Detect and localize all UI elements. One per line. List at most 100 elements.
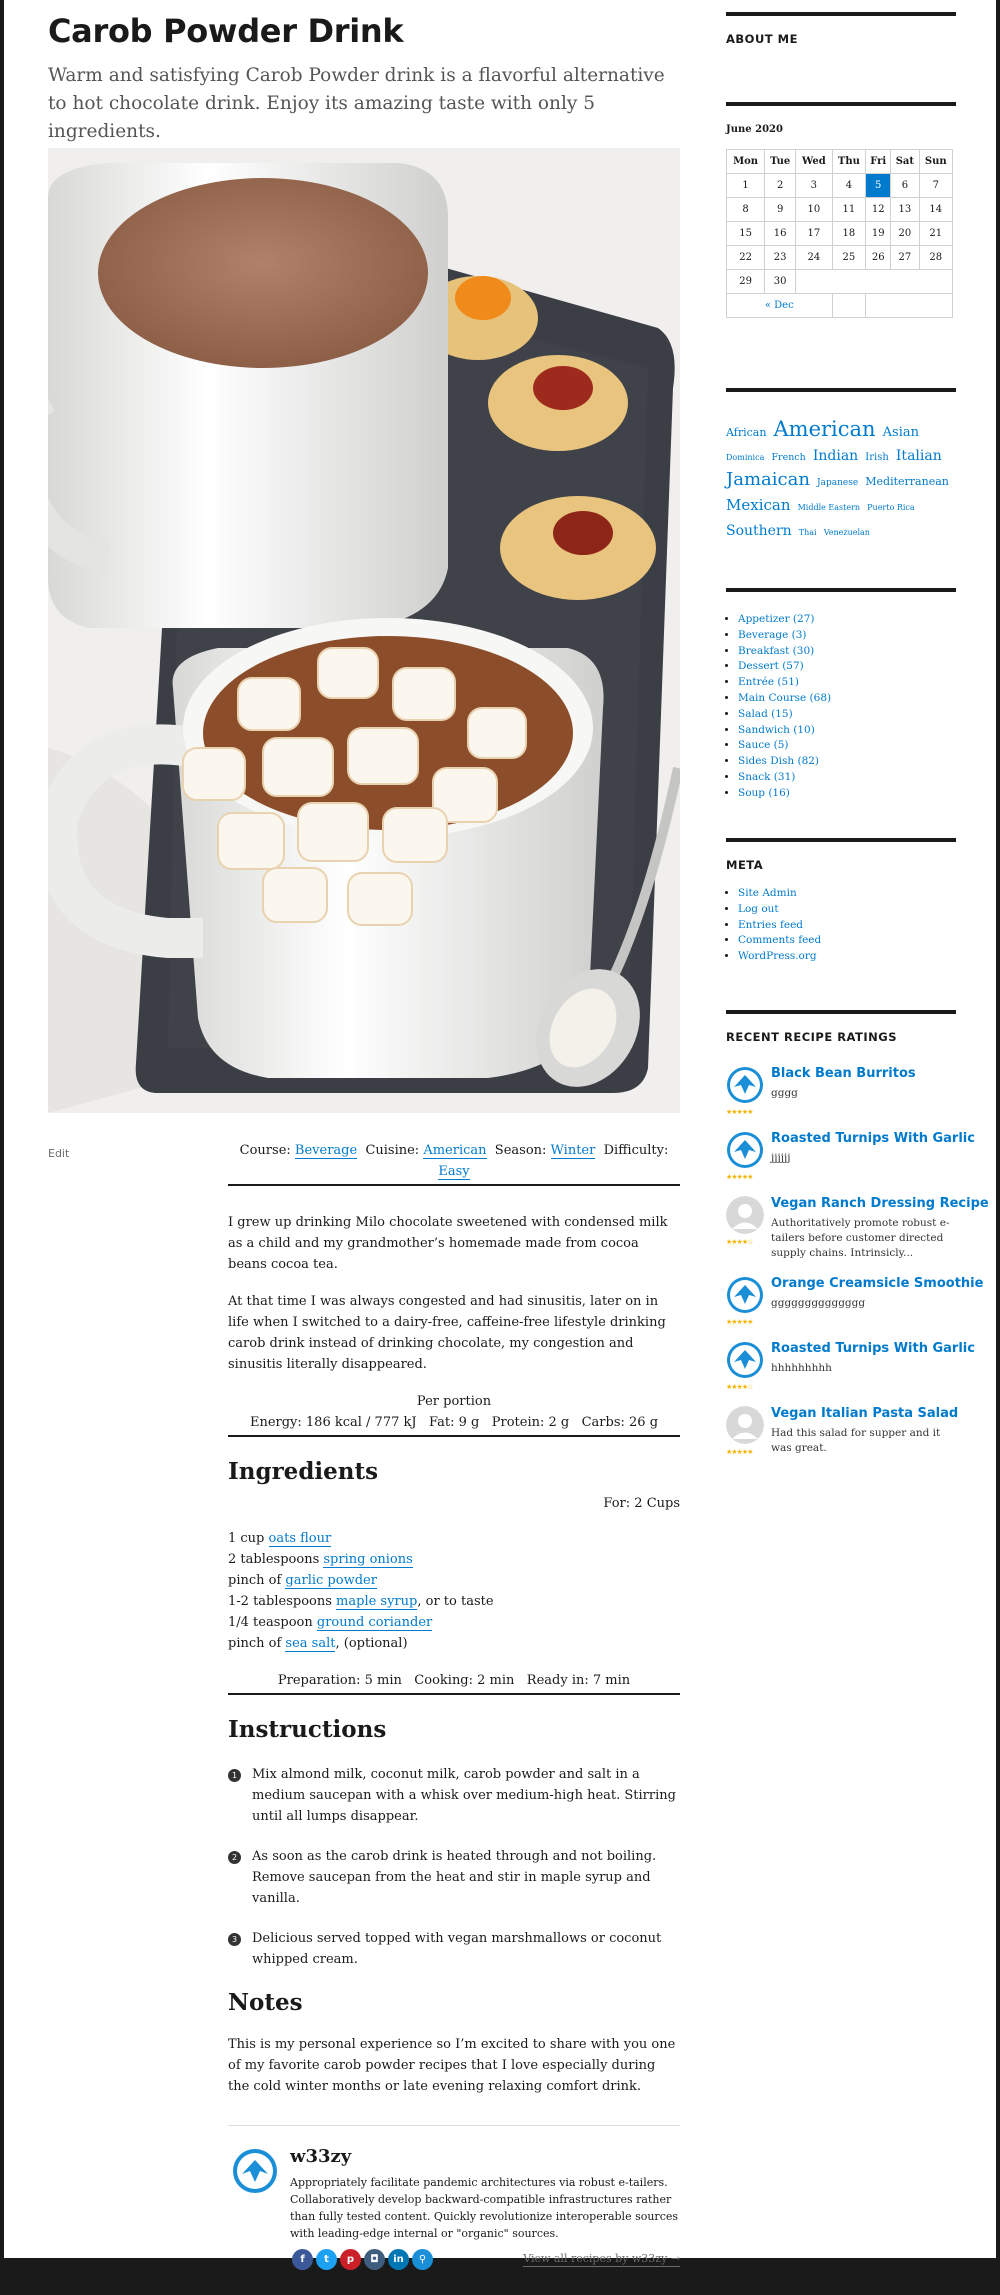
author-name: w33zy — [290, 2146, 352, 2167]
website-icon[interactable]: ⚲ — [412, 2249, 433, 2270]
ingredient-link[interactable]: oats flour — [268, 1531, 332, 1547]
tag-link[interactable]: Jamaican — [726, 469, 810, 490]
tag-link[interactable]: Venezuelan — [824, 528, 870, 537]
view-all-recipes-link[interactable]: View all recipes by w33zy → — [523, 2252, 680, 2267]
tag-link[interactable]: African — [726, 426, 766, 439]
ingredient-item: 1 cup oats flour — [228, 1531, 332, 1547]
category-link[interactable]: Sauce (5) — [738, 739, 789, 751]
rating-recipe-link[interactable]: Vegan Ranch Dressing Recipe — [771, 1196, 989, 1211]
cuisine-link[interactable]: American — [423, 1143, 487, 1159]
category-link[interactable]: Sides Dish (82) — [738, 755, 819, 767]
calendar-day: 4 — [831, 173, 867, 198]
calendar-day: 13 — [890, 197, 920, 222]
twitter-icon[interactable]: t — [316, 2249, 337, 2270]
instagram-icon[interactable]: ◘ — [364, 2249, 385, 2270]
meta-item: Log out — [738, 902, 956, 918]
category-link[interactable]: Soup (16) — [738, 787, 790, 799]
tag-link[interactable]: Asian — [883, 425, 919, 440]
pinterest-icon[interactable]: p — [340, 2249, 361, 2270]
rating-stars: ★★★★★ — [726, 1108, 753, 1116]
meta-link[interactable]: WordPress.org — [738, 950, 817, 962]
instructions-list: 1 Mix almond milk, coconut milk, carob po… — [228, 1764, 680, 1970]
difficulty-link[interactable]: Easy — [438, 1164, 470, 1180]
servings: For: 2 Cups — [603, 1496, 680, 1511]
category-link[interactable]: Beverage (3) — [738, 629, 807, 641]
calendar-prev-link[interactable]: « Dec — [726, 293, 833, 318]
rating-comment: gggggggggggggg — [771, 1297, 866, 1309]
tag-link[interactable]: Japanese — [817, 478, 858, 488]
tag-link[interactable]: Southern — [726, 523, 792, 539]
category-item: Appetizer (27) — [738, 612, 956, 628]
calendar-nav-empty — [831, 293, 867, 318]
category-link[interactable]: Dessert (57) — [738, 660, 804, 672]
edit-link[interactable]: Edit — [48, 1147, 69, 1160]
tag-link[interactable]: French — [771, 452, 805, 463]
categories-widget: Appetizer (27) Beverage (3) Breakfast (30)… — [726, 588, 956, 802]
rating-stars: ★★★★☆ — [726, 1238, 753, 1246]
calendar-day-header: Sat — [890, 149, 920, 174]
tag-link[interactable]: Italian — [896, 448, 942, 464]
calendar-day: 27 — [890, 245, 920, 270]
calendar-week: 8 9 10 11 12 13 14 — [725, 197, 954, 222]
category-item: Breakfast (30) — [738, 644, 956, 660]
rating-recipe-link[interactable]: Roasted Turnips With Garlic — [771, 1131, 975, 1146]
season-link[interactable]: Winter — [550, 1143, 596, 1159]
linkedin-icon[interactable]: in — [388, 2249, 409, 2270]
calendar-prev[interactable]: « Dec — [765, 300, 794, 311]
about-widget: ABOUT ME — [726, 12, 956, 46]
category-link[interactable]: Main Course (68) — [738, 692, 831, 704]
category-item: Dessert (57) — [738, 659, 956, 675]
course-link[interactable]: Beverage — [294, 1143, 358, 1159]
category-item: Sauce (5) — [738, 738, 956, 754]
calendar-day: 22 — [725, 245, 766, 270]
tag-link[interactable]: Middle Eastern — [798, 503, 860, 512]
ingredient-link[interactable]: garlic powder — [285, 1573, 377, 1589]
post-excerpt: Warm and satisfying Carob Powder drink i… — [48, 65, 665, 142]
category-link[interactable]: Appetizer (27) — [738, 613, 814, 625]
reviewer-avatar — [727, 1067, 763, 1103]
ingredient-link[interactable]: ground coriander — [316, 1615, 433, 1631]
calendar-day: 24 — [795, 245, 833, 270]
tag-link[interactable]: Dominica — [726, 453, 764, 462]
category-link[interactable]: Snack (31) — [738, 771, 795, 783]
ingredient-link[interactable]: maple syrup — [336, 1594, 418, 1610]
tag-link[interactable]: Indian — [813, 448, 858, 464]
tag-link[interactable]: Mediterranean — [865, 475, 949, 488]
meta-link[interactable]: Entries feed — [738, 919, 803, 931]
ingredient-item: 2 tablespoons spring onions — [228, 1552, 413, 1568]
calendar-day: 15 — [725, 221, 766, 246]
category-link[interactable]: Entrée (51) — [738, 676, 799, 688]
category-link[interactable]: Breakfast (30) — [738, 645, 814, 657]
calendar-day: 7 — [918, 173, 954, 198]
rating-recipe-link[interactable]: Roasted Turnips With Garlic — [771, 1341, 975, 1356]
rating-recipe-link[interactable]: Black Bean Burritos — [771, 1066, 916, 1081]
notes-heading: Notes — [228, 1989, 303, 2016]
meta-item: Site Admin — [738, 886, 956, 902]
category-item: Entrée (51) — [738, 675, 956, 691]
rating-recipe-link[interactable]: Vegan Italian Pasta Salad — [771, 1406, 958, 1421]
meta-link[interactable]: Log out — [738, 903, 779, 915]
tag-link[interactable]: Puerto Rica — [867, 503, 915, 512]
category-link[interactable]: Salad (15) — [738, 708, 793, 720]
tag-link[interactable]: Thai — [799, 528, 817, 537]
category-item: Soup (16) — [738, 786, 956, 802]
meta-widget: META Site Admin Log out Entries feed Commen… — [726, 838, 956, 965]
course-label: Course: — [239, 1143, 291, 1158]
meta-link[interactable]: Site Admin — [738, 887, 797, 899]
ingredient-item: 1-2 tablespoons maple syrup, or to taste — [228, 1594, 494, 1610]
tag-link[interactable]: Irish — [865, 452, 889, 463]
reviewer-avatar — [726, 1406, 764, 1444]
calendar-day-header: Mon — [725, 149, 766, 174]
ingredient-link[interactable]: sea salt — [285, 1636, 336, 1652]
meta-link[interactable]: Comments feed — [738, 934, 821, 946]
rating-recipe-link[interactable]: Orange Creamsicle Smoothie — [771, 1276, 983, 1291]
facebook-icon[interactable]: f — [292, 2249, 313, 2270]
tag-link[interactable]: American — [774, 417, 876, 441]
rating-comment: Authoritatively promote robust e-tailers… — [771, 1217, 950, 1259]
carob-drink-illustration — [48, 148, 680, 1113]
ingredient-link[interactable]: spring onions — [323, 1552, 413, 1568]
calendar-week: 15 16 17 18 19 20 21 — [725, 221, 954, 246]
tag-link[interactable]: Mexican — [726, 496, 791, 514]
category-link[interactable]: Sandwich (10) — [738, 724, 815, 736]
per-portion-label: Per portion — [416, 1394, 492, 1409]
